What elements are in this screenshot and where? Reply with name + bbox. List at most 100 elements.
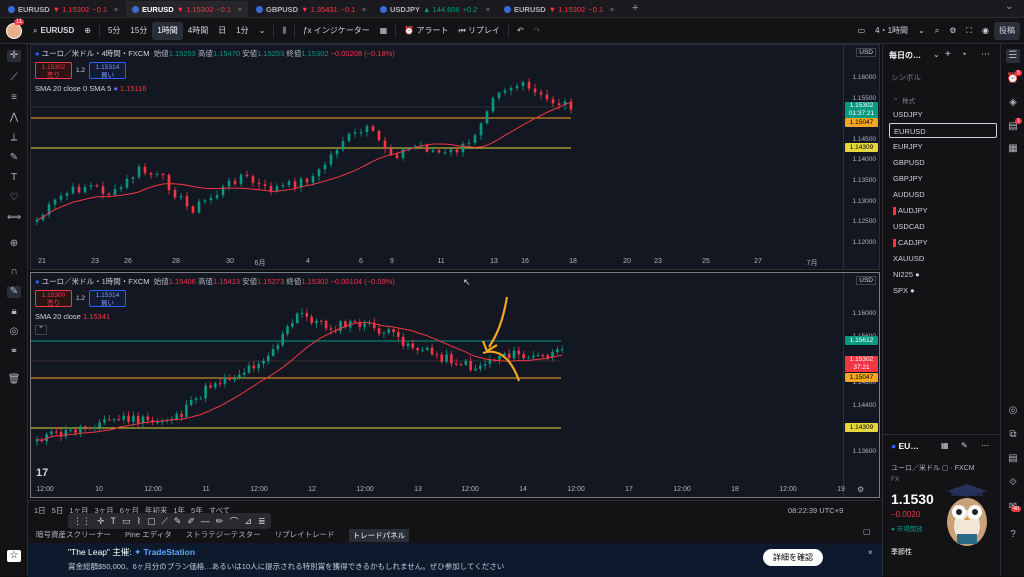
news-icon[interactable]: ▤	[1006, 452, 1020, 466]
pattern-icon[interactable]: ⋀	[7, 112, 21, 124]
maximize-panel-icon[interactable]: ▢	[863, 527, 871, 536]
horizontal-line-icon[interactable]: —	[201, 516, 210, 526]
watchlist-item[interactable]: EURUSD	[889, 123, 997, 138]
close-icon[interactable]: ×	[114, 5, 118, 14]
pen-icon[interactable]: ✎	[174, 516, 182, 527]
trash-icon[interactable]: 🗑︎	[7, 374, 21, 386]
watchlist-item[interactable]: GBPUSD	[889, 155, 997, 170]
watchlist-item[interactable]: NI225 ●	[889, 267, 997, 282]
layout-icon[interactable]: ▭	[853, 22, 871, 40]
lock-icon[interactable]: 🔒︎	[7, 306, 21, 318]
sell-button[interactable]: 1.15300 売り	[35, 290, 72, 307]
symbol-search[interactable]: ⌕ EURUSD	[28, 22, 79, 40]
column-header-symbol[interactable]: シンボル	[891, 72, 921, 83]
bottom-tab[interactable]: リプレイトレード	[275, 529, 335, 542]
pine-icon[interactable]: ⟐	[1006, 476, 1020, 490]
ruler-icon[interactable]: ⟺	[7, 212, 21, 224]
new-tab-icon[interactable]: +	[632, 2, 638, 14]
add-symbol-icon[interactable]: +	[945, 49, 951, 60]
publish-button[interactable]: 投稿	[994, 21, 1020, 40]
watchlist-item[interactable]: USDJPY	[889, 107, 997, 122]
detail-symbol[interactable]: ● EU…	[891, 441, 919, 451]
link-icon[interactable]: ⚭	[7, 346, 21, 358]
price-axis-1h[interactable]: USD 1.160001.156001.152001.148001.144001…	[843, 273, 879, 497]
camera-icon[interactable]: ◉	[977, 22, 994, 40]
text-icon[interactable]: T	[111, 516, 117, 526]
buy-button[interactable]: 1.15314 買い	[89, 290, 126, 307]
fib-icon[interactable]: ≡	[7, 92, 21, 104]
close-icon[interactable]: ×	[610, 5, 614, 14]
watchlist-title[interactable]: 毎日の…	[889, 50, 921, 61]
settings-icon[interactable]: ⚙	[944, 22, 961, 40]
fullscreen-icon[interactable]: ⛶	[961, 22, 977, 40]
interval-5m[interactable]: 5分	[103, 22, 125, 40]
watchlist-item[interactable]: AUDUSD	[889, 187, 997, 202]
close-icon[interactable]: ×	[486, 5, 490, 14]
promo-banner[interactable]: "The Leap" 主催: ✦ TradeStation 賞金総額$50,00…	[28, 543, 882, 577]
clock[interactable]: 08:22:39 UTC+9	[788, 506, 843, 515]
range-button[interactable]: 5日	[52, 505, 64, 516]
annotation-arrow[interactable]	[488, 296, 509, 348]
replay-button[interactable]: ⏮ リプレイ	[454, 22, 505, 40]
brush-icon[interactable]: ✎	[7, 152, 21, 164]
path-icon[interactable]: ⌇	[137, 516, 141, 527]
price-axis-4h[interactable]: USD 1.160001.155001.150001.145001.140001…	[843, 45, 879, 269]
data-window-icon[interactable]: ◈	[1006, 96, 1020, 110]
templates-icon[interactable]: ▦	[375, 22, 393, 40]
interval-4h[interactable]: 4時間	[183, 22, 213, 40]
heart-icon[interactable]: ♡	[7, 192, 21, 204]
currency-label[interactable]: USD	[856, 276, 876, 285]
browser-tab[interactable]: EURUSD ▼ 1.15302 −0.1 ×	[2, 1, 124, 18]
chart-pane-4h[interactable]: ● ユーロ／米ドル・4時間・FXCM 始値1.15253 高値1.15470 安…	[30, 44, 880, 270]
interval-1m[interactable]: 1分	[231, 22, 253, 40]
watchlist-item[interactable]: CADJPY	[889, 235, 997, 250]
interval-15m[interactable]: 15分	[125, 22, 152, 40]
bottom-tab[interactable]: トレードパネル	[348, 529, 410, 542]
interval-1d[interactable]: 日	[213, 22, 231, 40]
browser-tab[interactable]: USDJPY ▲ 144.606 +0.2 ×	[374, 1, 496, 18]
grid-icon[interactable]: ▦	[941, 441, 949, 450]
time-axis-1h[interactable]: 12:00 10 12:00 11 12:00 12 12:00 13 12:00 14 12:00…	[31, 485, 845, 497]
sell-button[interactable]: 1.15302 売り	[35, 62, 72, 79]
range-button[interactable]: 1日	[34, 505, 46, 516]
indicator-legend[interactable]: SMA 20 close 1.15341	[35, 312, 110, 321]
buy-button[interactable]: 1.15314 買い	[89, 62, 126, 79]
bottom-tab[interactable]: 暗号資産スクリーナー	[36, 529, 111, 542]
brush-icon[interactable]: ✏	[216, 516, 224, 527]
more-icon[interactable]: ⋯	[981, 49, 990, 60]
calendar-icon[interactable]: ▦	[1006, 142, 1020, 156]
browser-tab[interactable]: EURUSD ▼ 1.15302 −0.1 ×	[126, 1, 248, 18]
edit-icon[interactable]: ✎	[961, 441, 968, 450]
promo-cta-button[interactable]: 詳細を確認	[763, 549, 823, 566]
advanced-view-icon[interactable]: ◔	[961, 49, 966, 59]
layers-icon[interactable]: ⧉	[1006, 428, 1020, 442]
more-icon[interactable]: ⋯	[981, 441, 989, 450]
magnet-icon[interactable]: ∩	[7, 266, 21, 278]
watchlist-item[interactable]: AUDJPY	[889, 203, 997, 218]
watchlist-item[interactable]: USDCAD	[889, 219, 997, 234]
watchlist-item[interactable]: EURJPY	[889, 139, 997, 154]
eye-icon[interactable]: ◎	[7, 326, 21, 338]
layout-name[interactable]: 4・1時間	[870, 22, 913, 40]
shapes-icon[interactable]: ⊿	[244, 516, 252, 527]
star-icon[interactable]: ☆	[7, 550, 21, 562]
trendline-icon[interactable]: ⟋	[7, 72, 21, 84]
browser-tab[interactable]: GBPUSD ▼ 1.35431 −0.1 ×	[250, 1, 372, 18]
candlestick-chart-4h[interactable]	[31, 45, 844, 255]
avatar[interactable]: 11	[0, 18, 28, 39]
close-icon[interactable]: ×	[238, 5, 242, 14]
redo-icon[interactable]: ↷	[529, 22, 546, 40]
chevron-down-icon[interactable]: ⌄	[933, 50, 940, 59]
candlestick-chart-1h[interactable]	[31, 273, 844, 483]
watchlist-item[interactable]: GBPJPY	[889, 171, 997, 186]
chart-pane-1h[interactable]: ● ユーロ／米ドル・1時間・FXCM 始値1.15406 高値1.15413 安…	[30, 272, 880, 498]
undo-icon[interactable]: ↶	[512, 22, 529, 40]
chart-type-icon[interactable]: ⫼	[277, 22, 291, 40]
time-axis-4h[interactable]: 21 23 26 28 30 6月 4 6 9 11 13 16 18 20 23 25 27 7月	[31, 257, 844, 269]
callout-icon[interactable]: ▢	[147, 516, 156, 527]
stay-drawing-icon[interactable]: ✎	[7, 286, 21, 298]
zoom-icon[interactable]: ⊕	[7, 238, 21, 250]
collapse-legend-icon[interactable]: ⌃	[35, 325, 47, 335]
quick-search-icon[interactable]: ⌕	[930, 22, 944, 40]
alert-button[interactable]: ⏰ アラート	[399, 22, 453, 40]
